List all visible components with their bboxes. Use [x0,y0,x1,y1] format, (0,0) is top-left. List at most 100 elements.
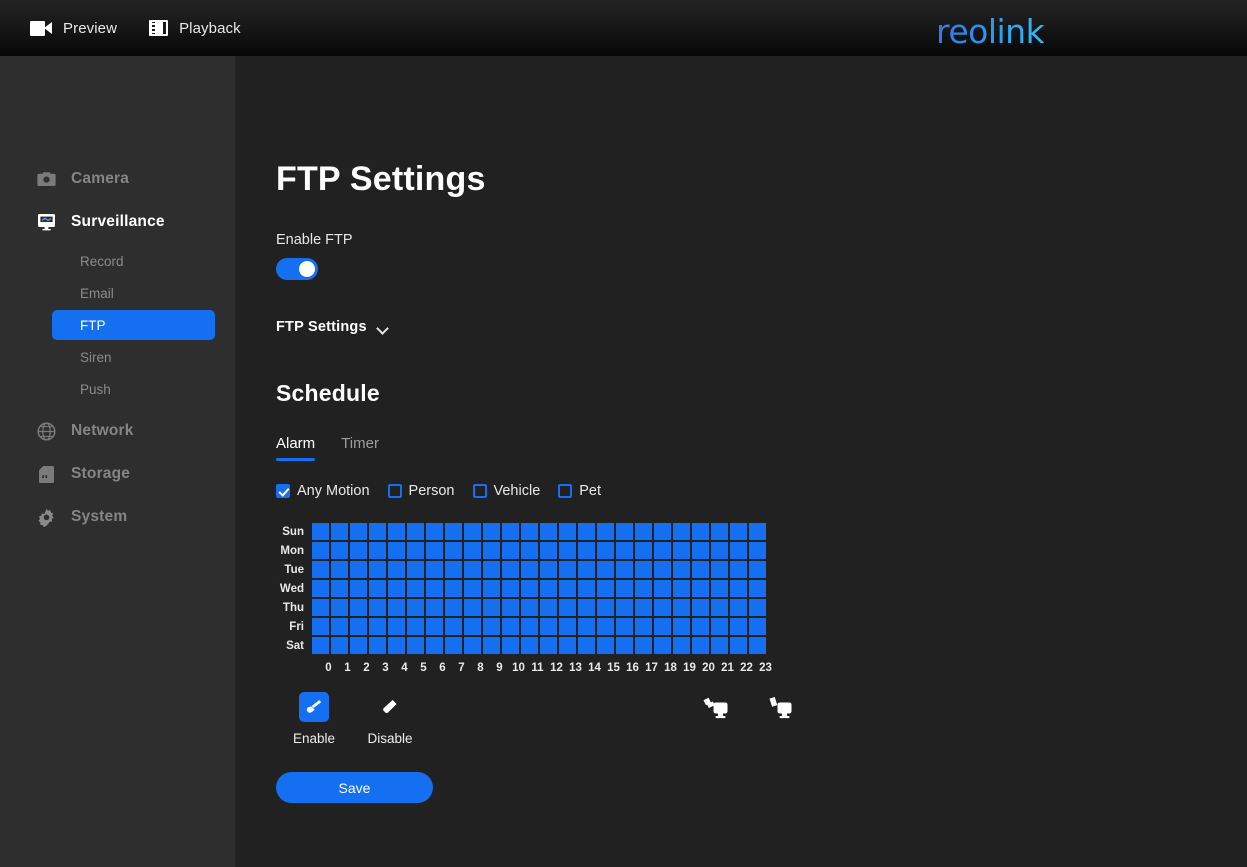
schedule-cell[interactable] [597,599,614,616]
schedule-cell[interactable] [635,542,652,559]
schedule-cell[interactable] [502,542,519,559]
schedule-cell[interactable] [730,599,747,616]
schedule-cell[interactable] [445,637,462,654]
schedule-cell[interactable] [616,637,633,654]
schedule-cell[interactable] [559,542,576,559]
save-button[interactable]: Save [276,772,433,803]
schedule-cell[interactable] [502,561,519,578]
schedule-cell[interactable] [559,523,576,540]
checkbox-pet[interactable]: Pet [558,483,601,499]
schedule-cell[interactable] [521,561,538,578]
schedule-cell[interactable] [635,580,652,597]
schedule-cells[interactable] [312,523,766,656]
schedule-cell[interactable] [692,599,709,616]
schedule-cell[interactable] [578,599,595,616]
schedule-cell[interactable] [749,637,766,654]
schedule-cell[interactable] [540,580,557,597]
schedule-cell[interactable] [388,561,405,578]
schedule-cell[interactable] [654,599,671,616]
schedule-cell[interactable] [635,618,652,635]
schedule-cell[interactable] [616,618,633,635]
schedule-cell[interactable] [559,580,576,597]
schedule-cell[interactable] [464,542,481,559]
schedule-cell[interactable] [749,580,766,597]
checkbox-vehicle[interactable]: Vehicle [472,483,540,499]
schedule-cell[interactable] [692,561,709,578]
schedule-cell[interactable] [635,599,652,616]
schedule-cell[interactable] [654,637,671,654]
schedule-cell[interactable] [597,618,614,635]
schedule-cell[interactable] [502,523,519,540]
schedule-cell[interactable] [350,561,367,578]
schedule-cell[interactable] [578,523,595,540]
schedule-cell[interactable] [331,580,348,597]
schedule-cell[interactable] [635,561,652,578]
sidebar-subitem-record[interactable]: Record [52,246,215,276]
schedule-cell[interactable] [369,561,386,578]
schedule-cell[interactable] [673,599,690,616]
schedule-cell[interactable] [350,637,367,654]
schedule-cell[interactable] [540,523,557,540]
schedule-cell[interactable] [521,599,538,616]
schedule-cell[interactable] [597,637,614,654]
schedule-cell[interactable] [464,580,481,597]
schedule-cell[interactable] [559,618,576,635]
schedule-cell[interactable] [616,561,633,578]
schedule-cell[interactable] [711,618,728,635]
schedule-cell[interactable] [654,523,671,540]
schedule-cell[interactable] [369,580,386,597]
schedule-cell[interactable] [635,637,652,654]
schedule-cell[interactable] [350,599,367,616]
schedule-cell[interactable] [730,637,747,654]
schedule-cell[interactable] [388,599,405,616]
schedule-cell[interactable] [692,637,709,654]
schedule-cell[interactable] [502,599,519,616]
schedule-cell[interactable] [407,561,424,578]
sidebar-item-surveillance[interactable]: Surveillance [0,203,235,241]
schedule-cell[interactable] [730,523,747,540]
schedule-cell[interactable] [312,523,329,540]
schedule-cell[interactable] [749,618,766,635]
schedule-cell[interactable] [616,599,633,616]
schedule-cell[interactable] [540,637,557,654]
top-nav-item-preview[interactable]: Preview [30,20,117,37]
schedule-cell[interactable] [521,637,538,654]
schedule-cell[interactable] [483,599,500,616]
sidebar-subitem-ftp[interactable]: FTP [52,310,215,340]
schedule-cell[interactable] [502,580,519,597]
schedule-cell[interactable] [559,561,576,578]
schedule-cell[interactable] [388,637,405,654]
schedule-cell[interactable] [388,580,405,597]
schedule-cell[interactable] [426,637,443,654]
schedule-cell[interactable] [578,580,595,597]
schedule-cell[interactable] [445,580,462,597]
schedule-cell[interactable] [407,523,424,540]
schedule-cell[interactable] [521,580,538,597]
schedule-cell[interactable] [483,523,500,540]
schedule-cell[interactable] [521,523,538,540]
schedule-cell[interactable] [597,523,614,540]
schedule-cell[interactable] [730,580,747,597]
schedule-cell[interactable] [407,580,424,597]
schedule-cell[interactable] [673,580,690,597]
schedule-cell[interactable] [388,542,405,559]
schedule-cell[interactable] [616,523,633,540]
schedule-cell[interactable] [540,561,557,578]
schedule-cell[interactable] [350,618,367,635]
schedule-cell[interactable] [407,637,424,654]
schedule-cell[interactable] [407,599,424,616]
schedule-cell[interactable] [388,618,405,635]
schedule-cell[interactable] [711,523,728,540]
sidebar-subitem-email[interactable]: Email [52,278,215,308]
schedule-cell[interactable] [730,561,747,578]
schedule-cell[interactable] [369,599,386,616]
schedule-cell[interactable] [521,542,538,559]
schedule-cell[interactable] [673,618,690,635]
schedule-cell[interactable] [426,618,443,635]
schedule-cell[interactable] [673,523,690,540]
schedule-cell[interactable] [312,580,329,597]
schedule-cell[interactable] [673,637,690,654]
schedule-cell[interactable] [521,618,538,635]
schedule-cell[interactable] [616,580,633,597]
schedule-cell[interactable] [483,637,500,654]
